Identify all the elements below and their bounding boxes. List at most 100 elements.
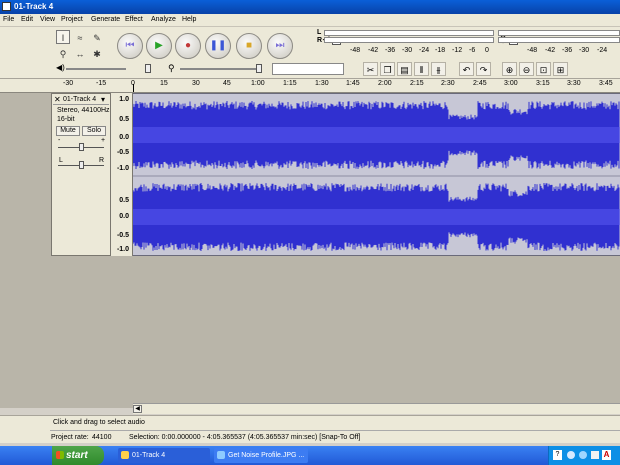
input-scale-tick: -48 xyxy=(527,47,538,54)
menu-file[interactable]: File xyxy=(3,16,14,23)
copy-icon[interactable]: ❐ xyxy=(380,62,395,76)
cut-icon[interactable]: ✂ xyxy=(363,62,378,76)
play-button[interactable]: ▶ xyxy=(146,33,172,59)
record-icon: ● xyxy=(184,40,192,51)
pan-slider-thumb[interactable] xyxy=(79,161,84,169)
output-volume-thumb[interactable] xyxy=(145,64,151,73)
amplitude-label: -1.0 xyxy=(116,165,129,172)
amplitude-label: 0.0 xyxy=(119,134,129,141)
ruler-label: 3:15 xyxy=(536,80,550,87)
output-channel-right-label: R xyxy=(317,37,323,44)
zoom-in-icon[interactable]: ⊕ xyxy=(502,62,517,76)
ruler-label: 45 xyxy=(223,80,231,87)
pause-button[interactable]: ❚❚ xyxy=(205,33,231,59)
menu-help[interactable]: Help xyxy=(182,16,196,23)
output-scale-tick: 0 xyxy=(485,47,489,54)
input-volume-thumb[interactable] xyxy=(256,64,262,73)
stop-button[interactable]: ■ xyxy=(236,33,262,59)
menu-generate[interactable]: Generate xyxy=(91,16,120,23)
output-scale-tick: -12 xyxy=(452,47,463,54)
output-scale-tick: -42 xyxy=(368,47,379,54)
scroll-left-icon[interactable]: ◀ xyxy=(133,405,142,413)
ruler-label: -30 xyxy=(63,80,74,87)
app-icon xyxy=(2,2,11,11)
status-divider xyxy=(50,430,620,431)
amplitude-label: 0.0 xyxy=(119,213,129,220)
help-icon[interactable]: ? xyxy=(553,450,562,460)
gain-plus-label: + xyxy=(101,137,106,144)
amplitude-label: -1.0 xyxy=(116,246,129,253)
taskbar-item-image[interactable]: Get Noise Profile.JPG ... xyxy=(214,448,308,463)
network-icon[interactable] xyxy=(567,451,575,459)
output-meter-right xyxy=(324,37,494,43)
zoom-out-icon[interactable]: ⊖ xyxy=(519,62,534,76)
track-format: Stereo, 44100Hz xyxy=(57,107,110,114)
multi-tool-icon[interactable]: ✱ xyxy=(90,46,104,60)
zoom-tool-icon[interactable]: ⚲ xyxy=(56,46,70,60)
selection-readout: Selection: 0:00.000000 - 4:05.365537 (4:… xyxy=(129,434,361,441)
project-rate-value[interactable]: 44100 xyxy=(92,434,111,441)
ruler-label: 2:00 xyxy=(378,80,392,87)
play-icon: ▶ xyxy=(155,40,163,51)
undo-icon[interactable]: ↶ xyxy=(459,62,474,76)
taskbar-item-label: 01-Track 4 xyxy=(132,452,166,459)
silence-icon[interactable]: ⫵ xyxy=(431,62,446,76)
menu-effect[interactable]: Effect xyxy=(125,16,143,23)
skip-end-button[interactable]: ⏭ xyxy=(267,33,293,59)
close-track-icon[interactable]: ✕ xyxy=(54,95,61,104)
volume-icon[interactable] xyxy=(579,451,587,459)
menu-analyze[interactable]: Analyze xyxy=(151,16,176,23)
ruler-label: 15 xyxy=(160,80,168,87)
amplitude-scale: 1.0 0.5 0.0 -0.5 -1.0 0.5 0.0 -0.5 -1.0 xyxy=(111,93,133,256)
ruler-label: 1:15 xyxy=(283,80,297,87)
waveform-display[interactable] xyxy=(132,93,620,256)
trim-icon[interactable]: ⫴ xyxy=(414,62,429,76)
draw-tool-icon[interactable]: ✎ xyxy=(90,30,104,44)
record-button[interactable]: ● xyxy=(175,33,201,59)
output-volume-slider[interactable] xyxy=(66,68,126,70)
input-scale-tick: -42 xyxy=(545,47,556,54)
menu-view[interactable]: View xyxy=(40,16,55,23)
amplitude-label: -0.5 xyxy=(116,232,129,239)
track-menu-chevron-down-icon[interactable]: ▾ xyxy=(101,95,105,104)
tray-app-icon[interactable] xyxy=(591,451,599,459)
timeline-ruler[interactable]: -30 -15 0 15 30 45 1:00 1:15 1:30 1:45 2… xyxy=(0,79,620,93)
redo-icon[interactable]: ↷ xyxy=(476,62,491,76)
input-scale-tick: -30 xyxy=(579,47,590,54)
solo-button[interactable]: Solo xyxy=(82,126,106,136)
waveform-svg xyxy=(132,101,620,251)
window-title: 01-Track 4 xyxy=(14,2,54,11)
horizontal-scrollbar[interactable]: ◀ xyxy=(133,403,620,414)
output-scale-tick: -6 xyxy=(469,47,476,54)
output-scale-tick: -24 xyxy=(419,47,430,54)
timeshift-tool-icon[interactable]: ↔ xyxy=(73,46,87,60)
input-volume-slider[interactable] xyxy=(180,68,260,70)
selection-tool-icon[interactable]: I xyxy=(56,30,70,44)
taskbar-item-audacity[interactable]: 01-Track 4 xyxy=(118,448,210,463)
start-button[interactable]: start xyxy=(52,446,104,465)
amplitude-label: 0.5 xyxy=(119,197,129,204)
ruler-label: 3:30 xyxy=(567,80,581,87)
gain-slider-thumb[interactable] xyxy=(79,143,84,151)
audacity-icon xyxy=(121,451,129,459)
track-bit-depth: 16-bit xyxy=(57,116,75,123)
system-tray: ? A xyxy=(548,446,620,465)
menu-project[interactable]: Project xyxy=(61,16,83,23)
waveform-right-channel xyxy=(132,183,620,251)
fit-project-icon[interactable]: ⊞ xyxy=(553,62,568,76)
mute-button[interactable]: Mute xyxy=(56,126,80,136)
adobe-icon[interactable]: A xyxy=(602,450,611,460)
fit-selection-icon[interactable]: ⊡ xyxy=(536,62,551,76)
ruler-label: -15 xyxy=(96,80,107,87)
input-source-select[interactable] xyxy=(272,63,344,75)
ruler-zero-tick xyxy=(133,84,134,92)
menu-edit[interactable]: Edit xyxy=(21,16,33,23)
pan-left-label: L xyxy=(59,157,63,164)
ruler-label: 2:30 xyxy=(441,80,455,87)
output-scale-tick: -30 xyxy=(402,47,413,54)
skip-start-button[interactable]: ⏮ xyxy=(117,33,143,59)
envelope-tool-icon[interactable]: ≈ xyxy=(73,30,87,44)
track-name[interactable]: 01-Track 4 xyxy=(63,96,96,103)
ruler-label: 1:30 xyxy=(315,80,329,87)
paste-icon[interactable]: ▤ xyxy=(397,62,412,76)
